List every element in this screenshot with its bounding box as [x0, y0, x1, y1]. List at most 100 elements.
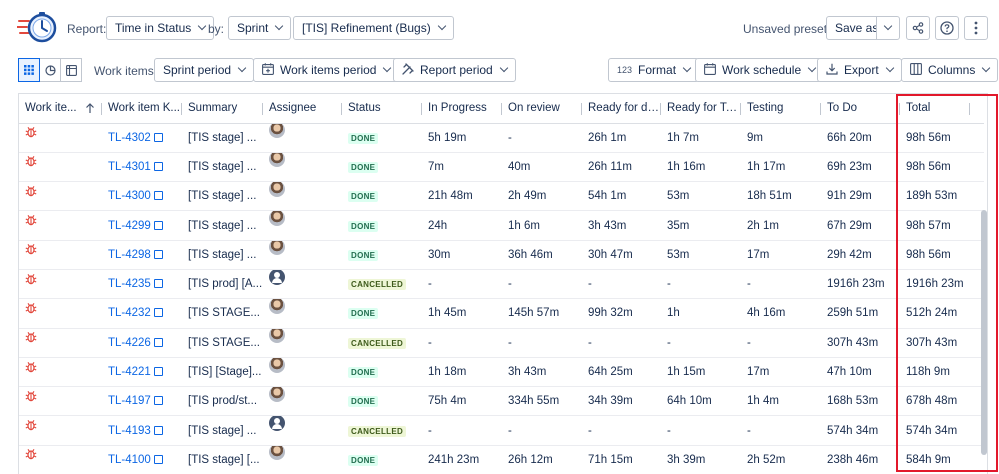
external-link-icon[interactable]: [153, 249, 163, 259]
column-header[interactable]: Ready for de...: [582, 94, 661, 124]
work-item-key-cell[interactable]: TL-4298: [102, 240, 182, 270]
column-header[interactable]: Ready for Te...: [661, 94, 741, 124]
work-item-key-cell[interactable]: TL-4193: [102, 415, 182, 446]
table-row[interactable]: TL-4197 [TIS prod/st... DONE 75h 4m 334h 55m…: [19, 386, 984, 417]
report-period-button[interactable]: Report period: [393, 58, 516, 82]
column-header[interactable]: Work ite...: [19, 94, 102, 124]
work-item-key-cell[interactable]: TL-4226: [102, 328, 182, 358]
export-button[interactable]: Export: [817, 58, 902, 82]
avatar[interactable]: [269, 123, 285, 139]
external-link-icon[interactable]: [153, 454, 163, 464]
status-badge: DONE: [348, 191, 379, 203]
work-item-key-link[interactable]: TL-4235: [108, 278, 151, 290]
on-review-cell: 36h 46m: [502, 240, 582, 270]
table-row[interactable]: TL-4226 [TIS STAGE... CANCELLED - - - - -307h 4…: [19, 328, 984, 358]
external-link-icon[interactable]: [153, 396, 163, 406]
column-header[interactable]: Testing: [741, 94, 821, 124]
grid-view-button[interactable]: [18, 58, 40, 82]
column-header-total[interactable]: Total: [900, 94, 984, 124]
avatar[interactable]: [269, 328, 285, 344]
format-button[interactable]: 123 Format: [608, 58, 700, 82]
work-item-key-link[interactable]: TL-4221: [108, 366, 151, 378]
avatar[interactable]: [269, 152, 285, 168]
column-header[interactable]: In Progress: [422, 94, 502, 124]
table-row[interactable]: TL-4300 [TIS stage] ... DONE 21h 48m 2h 49m 5…: [19, 181, 984, 212]
sprint-period-button[interactable]: Sprint period: [154, 58, 255, 82]
column-header[interactable]: To Do: [821, 94, 900, 124]
avatar[interactable]: [269, 240, 285, 256]
column-header[interactable]: Assignee: [263, 94, 342, 124]
work-item-key-cell[interactable]: TL-4197: [102, 386, 182, 417]
avatar[interactable]: [269, 357, 285, 373]
table-row[interactable]: TL-4100 [TIS stage] [... DONE 241h 23m 26h 1…: [19, 445, 984, 474]
table-row[interactable]: TL-4299 [TIS stage] ... DONE 24h 1h 6m 3h 43m…: [19, 210, 984, 241]
external-link-icon[interactable]: [153, 425, 163, 435]
avatar[interactable]: [269, 445, 285, 461]
work-item-key-link[interactable]: TL-4299: [108, 220, 151, 232]
more-options-button[interactable]: [964, 16, 988, 40]
work-item-key-cell[interactable]: TL-4235: [102, 269, 182, 300]
external-link-icon[interactable]: [153, 308, 163, 318]
work-item-key-cell[interactable]: TL-4300: [102, 181, 182, 212]
work-item-key-link[interactable]: TL-4300: [108, 190, 151, 202]
total-cell: 307h 43m: [900, 328, 984, 358]
pivot-view-button[interactable]: [60, 58, 82, 82]
work-item-key-cell[interactable]: TL-4301: [102, 152, 182, 183]
group-by-select[interactable]: Sprint: [228, 16, 292, 40]
sort-ascending-icon[interactable]: [85, 103, 95, 114]
report-type-select[interactable]: Time in Status: [106, 16, 215, 40]
column-header[interactable]: Status: [342, 94, 422, 124]
total-cell: 512h 24m: [900, 298, 984, 329]
avatar[interactable]: [269, 181, 285, 197]
work-item-key-link[interactable]: TL-4197: [108, 395, 151, 407]
table-row[interactable]: TL-4193 [TIS stage] ... CANCELLED - - - - -574h…: [19, 415, 984, 446]
column-header[interactable]: Work item K...: [102, 94, 182, 124]
avatar[interactable]: [269, 298, 285, 314]
table-row[interactable]: TL-4221 [TIS] [Stage]... DONE 1h 18m 3h 43m 6…: [19, 357, 984, 388]
column-header[interactable]: Summary: [182, 94, 263, 124]
work-item-key-cell[interactable]: TL-4232: [102, 298, 182, 329]
external-link-icon[interactable]: [153, 132, 163, 142]
table-row[interactable]: TL-4298 [TIS stage] ... DONE 30m 36h 46m 30h …: [19, 240, 984, 270]
work-item-key-cell[interactable]: TL-4302: [102, 123, 182, 153]
work-item-key-link[interactable]: TL-4193: [108, 425, 151, 437]
column-divider[interactable]: [969, 103, 970, 115]
work-item-key-link[interactable]: TL-4232: [108, 307, 151, 319]
avatar[interactable]: [269, 269, 285, 285]
table-row[interactable]: TL-4235 [TIS prod] [A... CANCELLED - - - - -191…: [19, 269, 984, 300]
vertical-scrollbar[interactable]: [981, 210, 987, 455]
avatar[interactable]: [269, 415, 285, 432]
column-header-label: On review: [508, 102, 560, 115]
external-link-icon[interactable]: [153, 279, 163, 289]
column-header[interactable]: On review: [502, 94, 582, 124]
work-items-label: Work items:: [94, 64, 158, 78]
columns-button[interactable]: Columns: [901, 58, 999, 82]
work-items-period-button[interactable]: Work items period: [253, 58, 400, 82]
work-item-key-cell[interactable]: TL-4299: [102, 210, 182, 241]
work-item-key-link[interactable]: TL-4226: [108, 337, 151, 349]
board-select[interactable]: [TIS] Refinement (Bugs): [293, 16, 454, 40]
avatar[interactable]: [269, 386, 285, 402]
work-item-key-cell[interactable]: TL-4100: [102, 445, 182, 474]
chart-view-button[interactable]: [39, 58, 61, 82]
external-link-icon[interactable]: [153, 191, 163, 201]
report-type-value: Time in Status: [115, 21, 192, 35]
work-item-key-link[interactable]: TL-4302: [108, 132, 151, 144]
work-schedule-button[interactable]: Work schedule: [695, 58, 825, 82]
table-row[interactable]: TL-4301 [TIS stage] ... DONE 7m 40m 26h 11m 1h…: [19, 152, 984, 183]
help-button[interactable]: [935, 16, 959, 40]
external-link-icon[interactable]: [153, 220, 163, 230]
external-link-icon[interactable]: [153, 367, 163, 377]
table-row[interactable]: TL-4302 [TIS stage] ... DONE 5h 19m -26h 1m 1…: [19, 123, 984, 153]
save-options-button[interactable]: [876, 16, 900, 40]
work-item-key-link[interactable]: TL-4301: [108, 161, 151, 173]
work-item-key-link[interactable]: TL-4100: [108, 454, 151, 466]
table-row[interactable]: TL-4232 [TIS STAGE... DONE 1h 45m 145h 57m 99…: [19, 298, 984, 329]
external-link-icon[interactable]: [153, 337, 163, 347]
avatar[interactable]: [269, 210, 285, 227]
external-link-icon[interactable]: [153, 161, 163, 171]
todo-cell: 67h 29m: [821, 210, 900, 241]
share-button[interactable]: [906, 16, 930, 40]
work-item-key-cell[interactable]: TL-4221: [102, 357, 182, 388]
work-item-key-link[interactable]: TL-4298: [108, 249, 151, 261]
